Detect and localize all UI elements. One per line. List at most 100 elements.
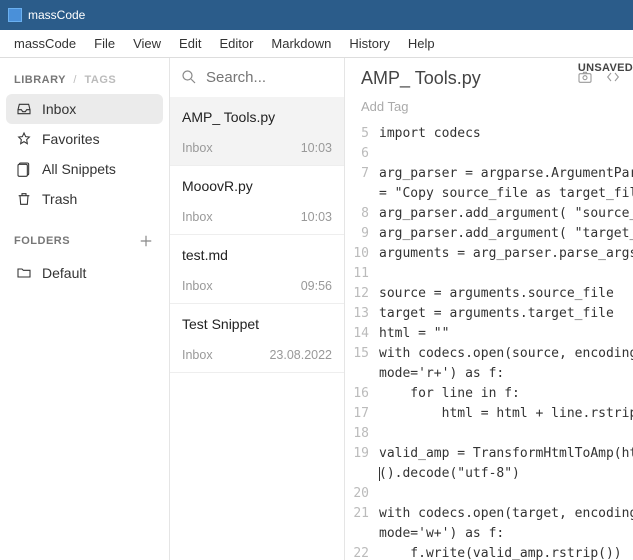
- add-tag-input[interactable]: Add Tag: [345, 95, 633, 124]
- line-number: 22: [351, 544, 379, 560]
- snippet-folder: Inbox: [182, 279, 213, 293]
- snippet-item[interactable]: AMP_ Tools.py Inbox10:03: [170, 97, 344, 166]
- code-line[interactable]: 6: [351, 144, 633, 164]
- line-number: 21: [351, 504, 379, 524]
- code-line[interactable]: = "Copy source_file as target_file." ): [351, 184, 633, 204]
- line-number: 18: [351, 424, 379, 444]
- code-line[interactable]: 18: [351, 424, 633, 444]
- menu-masscode[interactable]: massCode: [6, 32, 84, 55]
- folder-icon: [16, 265, 32, 281]
- sidebar-item-inbox[interactable]: Inbox: [6, 94, 163, 124]
- code-text: = "Copy source_file as target_file." ): [379, 184, 633, 204]
- code-line[interactable]: mode='w+') as f:: [351, 524, 633, 544]
- menu-help[interactable]: Help: [400, 32, 443, 55]
- sidebar-item-all-snippets[interactable]: All Snippets: [6, 154, 163, 184]
- sidebar-item-label: Inbox: [42, 101, 76, 117]
- code-line[interactable]: 12source = arguments.source_file: [351, 284, 633, 304]
- snippet-folder: Inbox: [182, 348, 213, 362]
- code-editor[interactable]: 5import codecs67arg_parser = argparse.Ar…: [345, 124, 633, 560]
- snippet-item[interactable]: MooovR.py Inbox10:03: [170, 166, 344, 235]
- editor-pane: AMP_ Tools.py Add Tag 5import codecs67ar…: [345, 58, 633, 560]
- sidebar: LIBRARY / TAGS Inbox Favorites All Snipp…: [0, 58, 170, 560]
- line-number: 12: [351, 284, 379, 304]
- add-folder-button[interactable]: [137, 232, 155, 250]
- code-line[interactable]: 8arg_parser.add_argument( "source_file" …: [351, 204, 633, 224]
- editor-title[interactable]: AMP_ Tools.py: [361, 68, 569, 89]
- code-line[interactable]: 14html = "": [351, 324, 633, 344]
- window-title: massCode: [28, 8, 85, 22]
- code-text: arg_parser = argparse.ArgumentParser( de…: [379, 164, 633, 184]
- line-number: 19: [351, 444, 379, 464]
- code-line[interactable]: 20: [351, 484, 633, 504]
- section-library-tags: LIBRARY / TAGS: [6, 68, 163, 90]
- snippet-item[interactable]: test.md Inbox 09:56: [170, 235, 344, 304]
- sidebar-item-favorites[interactable]: Favorites: [6, 124, 163, 154]
- code-text: mode='w+') as f:: [379, 524, 504, 544]
- code-line[interactable]: 7arg_parser = argparse.ArgumentParser( d…: [351, 164, 633, 184]
- line-number: 10: [351, 244, 379, 264]
- snippet-title: Test Snippet: [182, 316, 332, 332]
- line-number: 16: [351, 384, 379, 404]
- code-text: with codecs.open(target, encoding='utf-8…: [379, 504, 633, 524]
- menu-view[interactable]: View: [125, 32, 169, 55]
- searchbar: [170, 58, 344, 97]
- menu-edit[interactable]: Edit: [171, 32, 209, 55]
- code-line[interactable]: 9arg_parser.add_argument( "target_file" …: [351, 224, 633, 244]
- code-text: html = "": [379, 324, 449, 344]
- code-line[interactable]: 17 html = html + line.rstrip(): [351, 404, 633, 424]
- snippet-title: test.md: [182, 247, 332, 263]
- line-number: 9: [351, 224, 379, 244]
- folder-item-default[interactable]: Default: [6, 258, 163, 288]
- line-number: 20: [351, 484, 379, 504]
- line-number: 5: [351, 124, 379, 144]
- sidebar-item-trash[interactable]: Trash: [6, 184, 163, 214]
- app-logo-icon: [8, 8, 22, 22]
- snippet-title: AMP_ Tools.py: [182, 109, 332, 125]
- line-number: 6: [351, 144, 379, 164]
- snippet-folder: Inbox: [182, 210, 213, 224]
- code-text: valid_amp = TransformHtmlToAmp(html): [379, 444, 633, 464]
- line-number: [351, 184, 379, 204]
- code-line[interactable]: 15with codecs.open(source, encoding='utf…: [351, 344, 633, 364]
- code-line[interactable]: 19valid_amp = TransformHtmlToAmp(html): [351, 444, 633, 464]
- snippet-folder: Inbox: [182, 141, 213, 155]
- line-number: 7: [351, 164, 379, 184]
- code-text: f.write(valid_amp.rstrip()): [379, 544, 622, 560]
- menu-history[interactable]: History: [341, 32, 397, 55]
- code-text: arg_parser.add_argument( "source_file" ): [379, 204, 633, 224]
- code-text: html = html + line.rstrip(): [379, 404, 633, 424]
- menu-editor[interactable]: Editor: [211, 32, 261, 55]
- folder-list: Default: [6, 258, 163, 288]
- line-number: [351, 464, 379, 484]
- snippet-title: MooovR.py: [182, 178, 332, 194]
- code-line[interactable]: 5import codecs: [351, 124, 633, 144]
- code-text: arg_parser.add_argument( "target_file" ): [379, 224, 633, 244]
- code-line[interactable]: mode='r+') as f:: [351, 364, 633, 384]
- sidebar-item-label: All Snippets: [42, 161, 116, 177]
- code-line[interactable]: 13target = arguments.target_file: [351, 304, 633, 324]
- trash-icon: [16, 191, 32, 207]
- menu-markdown[interactable]: Markdown: [263, 32, 339, 55]
- code-line[interactable]: 10arguments = arg_parser.parse_args(): [351, 244, 633, 264]
- code-line[interactable]: 16 for line in f:: [351, 384, 633, 404]
- code-text: import codecs: [379, 124, 481, 144]
- code-line[interactable]: ().decode("utf-8"): [351, 464, 633, 484]
- code-line[interactable]: 22 f.write(valid_amp.rstrip()): [351, 544, 633, 560]
- tags-label[interactable]: TAGS: [84, 74, 116, 86]
- code-line[interactable]: 11: [351, 264, 633, 284]
- library-label[interactable]: LIBRARY: [14, 74, 66, 86]
- menu-file[interactable]: File: [86, 32, 123, 55]
- line-number: [351, 524, 379, 544]
- snippet-item[interactable]: Test Snippet Inbox23.08.2022: [170, 304, 344, 373]
- snippet-column: AMP_ Tools.py Inbox10:03 MooovR.py Inbox…: [170, 58, 345, 560]
- snippet-time: 09:56: [301, 279, 332, 293]
- code-text: with codecs.open(source, encoding='utf-8…: [379, 344, 633, 364]
- snippets-icon: [16, 161, 32, 177]
- line-number: 11: [351, 264, 379, 284]
- section-folders: FOLDERS: [6, 226, 163, 254]
- code-text: mode='r+') as f:: [379, 364, 504, 384]
- sidebar-item-label: Favorites: [42, 131, 100, 147]
- code-text: target = arguments.target_file: [379, 304, 614, 324]
- star-icon: [16, 131, 32, 147]
- code-line[interactable]: 21with codecs.open(target, encoding='utf…: [351, 504, 633, 524]
